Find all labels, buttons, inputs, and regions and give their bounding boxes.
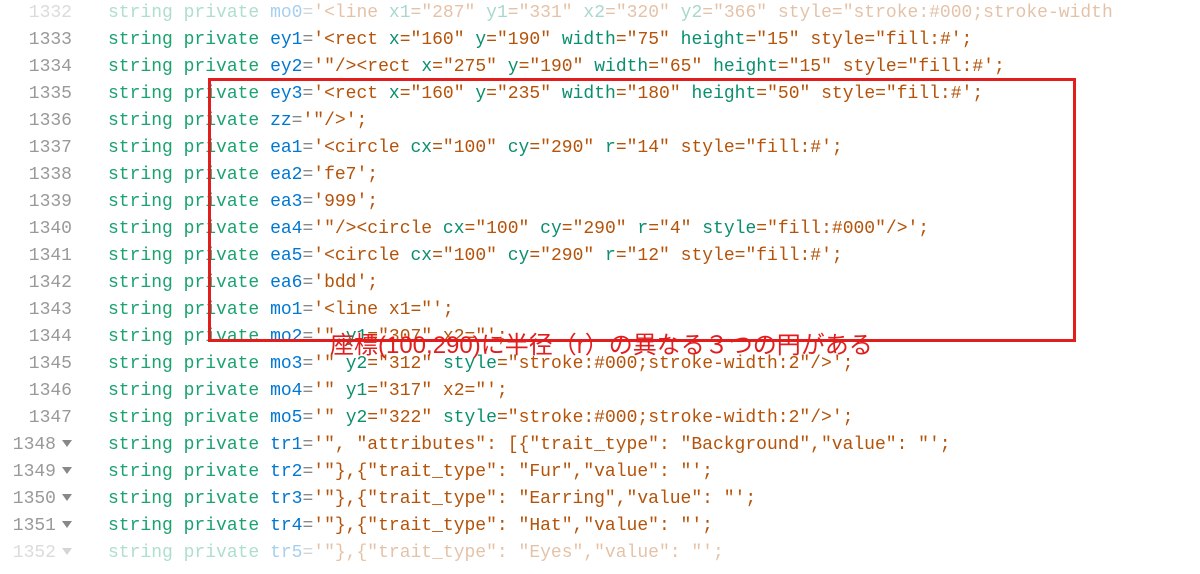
code-line[interactable]: string private tr5='"},{"trait_type": "E…: [108, 540, 1200, 567]
fold-icon[interactable]: [62, 494, 72, 501]
code-area[interactable]: string private mo0='<line x1="287" y1="3…: [108, 0, 1200, 567]
line-number: 1337: [0, 135, 88, 162]
line-number: 1336: [0, 108, 88, 135]
line-number: 1332: [0, 0, 88, 27]
code-line[interactable]: string private ea1='<circle cx="100" cy=…: [108, 135, 1200, 162]
code-line[interactable]: string private ea6='bdd';: [108, 270, 1200, 297]
annotation-label: 座標(100,290)に半径（r）の異なる３つの円がある: [330, 332, 873, 359]
line-number: 1345: [0, 351, 88, 378]
line-number: 1349: [0, 459, 88, 486]
line-number: 1346: [0, 378, 88, 405]
line-number: 1340: [0, 216, 88, 243]
line-number: 1334: [0, 54, 88, 81]
code-line[interactable]: string private tr3='"},{"trait_type": "E…: [108, 486, 1200, 513]
code-line[interactable]: string private tr4='"},{"trait_type": "H…: [108, 513, 1200, 540]
fold-icon[interactable]: [62, 467, 72, 474]
code-line[interactable]: string private ey3='<rect x="160" y="235…: [108, 81, 1200, 108]
code-line[interactable]: string private mo0='<line x1="287" y1="3…: [108, 0, 1200, 27]
line-number: 1350: [0, 486, 88, 513]
line-number: 1335: [0, 81, 88, 108]
code-line[interactable]: string private zz='"/>';: [108, 108, 1200, 135]
code-line[interactable]: string private ea2='fe7';: [108, 162, 1200, 189]
fold-icon[interactable]: [62, 548, 72, 555]
line-number: 1347: [0, 405, 88, 432]
line-number: 1333: [0, 27, 88, 54]
line-number: 1351: [0, 513, 88, 540]
line-number: 1344: [0, 324, 88, 351]
code-line[interactable]: string private ey2='"/><rect x="275" y="…: [108, 54, 1200, 81]
line-number-gutter: 1332133313341335133613371338133913401341…: [0, 0, 88, 567]
code-line[interactable]: string private mo5='" y2="322" style="st…: [108, 405, 1200, 432]
fold-icon[interactable]: [62, 521, 72, 528]
code-line[interactable]: string private tr2='"},{"trait_type": "F…: [108, 459, 1200, 486]
code-line[interactable]: string private tr1='", "attributes": [{"…: [108, 432, 1200, 459]
code-line[interactable]: string private mo1='<line x1="';: [108, 297, 1200, 324]
code-line[interactable]: string private ey1='<rect x="160" y="190…: [108, 27, 1200, 54]
code-line[interactable]: string private ea3='999';: [108, 189, 1200, 216]
line-number: 1352: [0, 540, 88, 567]
fold-icon[interactable]: [62, 440, 72, 447]
line-number: 1343: [0, 297, 88, 324]
line-number: 1341: [0, 243, 88, 270]
line-number: 1338: [0, 162, 88, 189]
line-number: 1348: [0, 432, 88, 459]
line-number: 1339: [0, 189, 88, 216]
code-line[interactable]: string private ea5='<circle cx="100" cy=…: [108, 243, 1200, 270]
code-editor[interactable]: 1332133313341335133613371338133913401341…: [0, 0, 1200, 574]
code-line[interactable]: string private ea4='"/><circle cx="100" …: [108, 216, 1200, 243]
code-line[interactable]: string private mo4='" y1="317" x2="';: [108, 378, 1200, 405]
line-number: 1342: [0, 270, 88, 297]
